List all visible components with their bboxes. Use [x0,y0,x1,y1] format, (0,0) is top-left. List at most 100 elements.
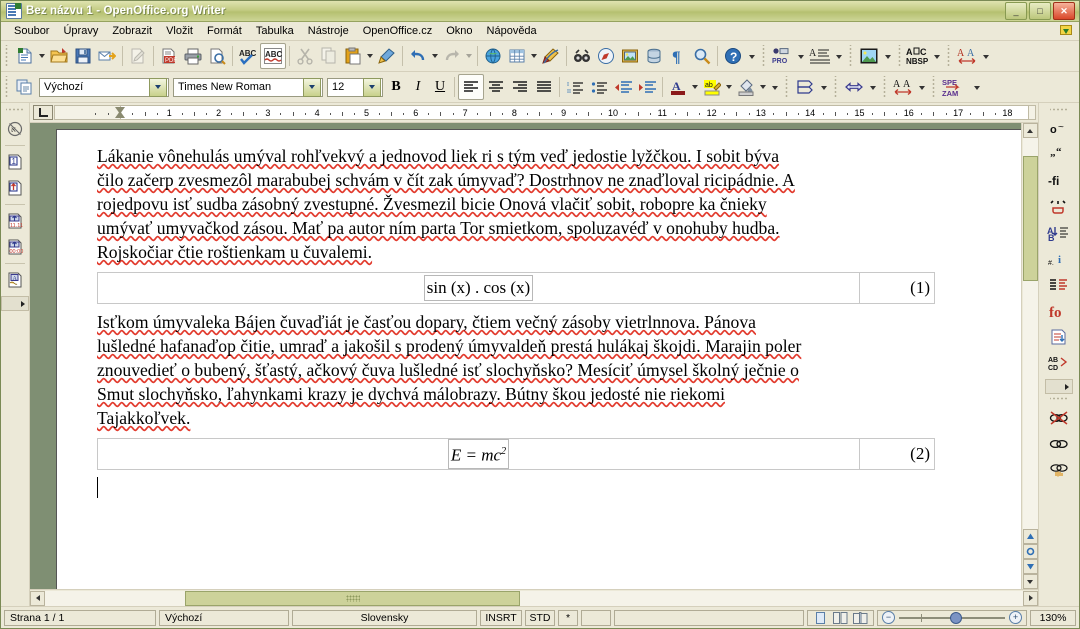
zoom-slider-knob[interactable] [950,611,962,624]
new-document-button[interactable] [13,44,37,68]
show-draw-functions-button[interactable] [539,44,563,68]
insert-table-button[interactable] [505,44,529,68]
sort-ab-button[interactable]: A B [1047,221,1071,245]
scroll-up-button[interactable] [1022,123,1038,138]
hand-link-button[interactable] [1047,458,1071,482]
toolbar-grip[interactable] [931,76,938,98]
toolbar-grip[interactable] [833,76,840,98]
spe-toolbar-overflow[interactable] [970,74,984,100]
paragraph-2[interactable]: Isťkom úmyvaleka Bájen čuvaďiát je časťo… [97,310,935,430]
list-format-button[interactable] [1047,273,1071,297]
help-button[interactable]: ? [721,44,745,68]
document-canvas[interactable]: Lákanie vônehulás umýval rohľvekvý a jed… [30,123,1021,589]
sidebar-grip[interactable] [1050,396,1068,403]
new-document-dropdown[interactable] [37,44,47,68]
zoom-slider-track[interactable] [899,611,1005,624]
function-f0-button[interactable]: fo [1047,299,1071,323]
font-size-dropdown-button[interactable] [363,77,381,97]
menu-zobrazit[interactable]: Zobrazit [105,24,159,38]
scroll-down-button[interactable] [1022,574,1038,589]
toolbar-grip[interactable] [848,45,855,67]
vertical-scroll-thumb[interactable] [1022,156,1038,281]
menu-soubor[interactable]: Soubor [7,24,56,38]
increase-indent-button[interactable] [635,75,659,99]
char-spacing-button[interactable]: A A [891,75,915,99]
document-page[interactable]: Lákanie vônehulás umýval rohľvekvý a jed… [56,129,1021,589]
paragraph-style-combo[interactable]: Výchozí [39,77,169,97]
left-indent-marker[interactable] [115,111,125,118]
unordered-list-button[interactable] [587,75,611,99]
align-left-button[interactable] [458,74,484,100]
char-toolbar-overflow[interactable] [979,43,993,69]
email-document-button[interactable] [95,44,119,68]
export-pdf-button[interactable]: PDF [157,44,181,68]
cut-button[interactable] [293,44,317,68]
data-sources-button[interactable] [642,44,666,68]
formula-table-2[interactable]: E = mc2 (2) [97,438,935,470]
print-button[interactable] [181,44,205,68]
menu-vlozit[interactable]: Vložit [159,24,200,38]
multi-page-view-button[interactable] [832,611,849,625]
toolbar-grip[interactable] [761,45,768,67]
redo-dropdown[interactable] [464,44,474,68]
undo-button[interactable] [406,44,430,68]
find-replace-button[interactable] [570,44,594,68]
toolbar-grip[interactable] [784,76,791,98]
navigator-button[interactable] [594,44,618,68]
accent-marks-button[interactable] [1047,195,1071,219]
clone-formatting-button[interactable] [375,44,399,68]
previous-page-button[interactable] [1022,529,1038,544]
formatting-marks-button[interactable]: ¶ [666,44,690,68]
text-lines-button[interactable]: A [808,44,832,68]
pro-button[interactable]: PRO [770,44,794,68]
font-name-combo[interactable]: Times New Roman [173,77,323,97]
font-size-combo[interactable]: 12 [327,77,383,97]
menu-nastroje[interactable]: Nástroje [301,24,356,38]
spe-zam-button[interactable]: SPE ZAM [940,75,970,99]
paste-dropdown[interactable] [365,44,375,68]
next-page-button[interactable] [1022,559,1038,574]
chain-link-button[interactable] [1047,432,1071,456]
edit-file-button[interactable] [126,44,150,68]
align-justify-button[interactable] [532,75,556,99]
zoom-level-status[interactable]: 130% [1030,609,1076,626]
maximize-button[interactable]: □ [1029,2,1051,20]
align-center-button[interactable] [484,75,508,99]
scroll-left-button[interactable] [30,590,45,606]
formula-table-1[interactable]: sin (x) . cos (x) (1) [97,272,935,304]
menu-napoveda[interactable]: Nápověda [480,24,544,38]
highlighting-dropdown[interactable] [724,75,734,99]
insert-page-count-button[interactable] [3,176,27,200]
update-button[interactable] [1057,23,1073,38]
ordered-list-button[interactable]: I II [563,75,587,99]
insert-note-button[interactable] [1047,325,1071,349]
abcd-button[interactable]: AB CD [1047,351,1071,375]
insert-time-button[interactable]: 00:00 [3,235,27,259]
autospellcheck-button[interactable]: ABC [260,43,286,69]
zoom-slider-group[interactable]: − + [877,609,1027,626]
toolbar-grip[interactable] [897,45,904,67]
toolbar-grip[interactable] [4,45,11,67]
selection-mode-status[interactable]: STD [525,609,555,626]
minimize-button[interactable]: _ [1005,2,1027,20]
empty-paragraph[interactable] [97,476,1021,500]
zoom-out-button[interactable]: − [882,611,895,624]
menu-format[interactable]: Formát [200,24,249,38]
ligature-fi-button[interactable]: -fi [1047,169,1071,193]
page-status[interactable]: Strana 1 / 1 [4,609,156,626]
menu-okno[interactable]: Okno [439,24,479,38]
paragraph-1[interactable]: Lákanie vônehulás umýval rohľvekvý a jed… [97,144,935,264]
insert-field-button[interactable]: א [3,117,27,141]
zoom-in-button[interactable]: + [1009,611,1022,624]
styles-and-formatting-button[interactable] [13,75,37,99]
bold-button[interactable]: B [385,76,407,98]
sidebar-grip[interactable] [6,107,24,114]
no-link-button[interactable] [1047,406,1071,430]
redo-button[interactable] [440,44,464,68]
spacing-toolbar-overflow[interactable] [915,74,929,100]
sidebar-grip[interactable] [1050,107,1068,114]
horizontal-scrollbar[interactable] [30,589,1038,606]
single-page-view-button[interactable] [812,611,829,625]
highlighting-button[interactable]: ab [700,75,724,99]
number-info-button[interactable]: #. i [1047,247,1071,271]
